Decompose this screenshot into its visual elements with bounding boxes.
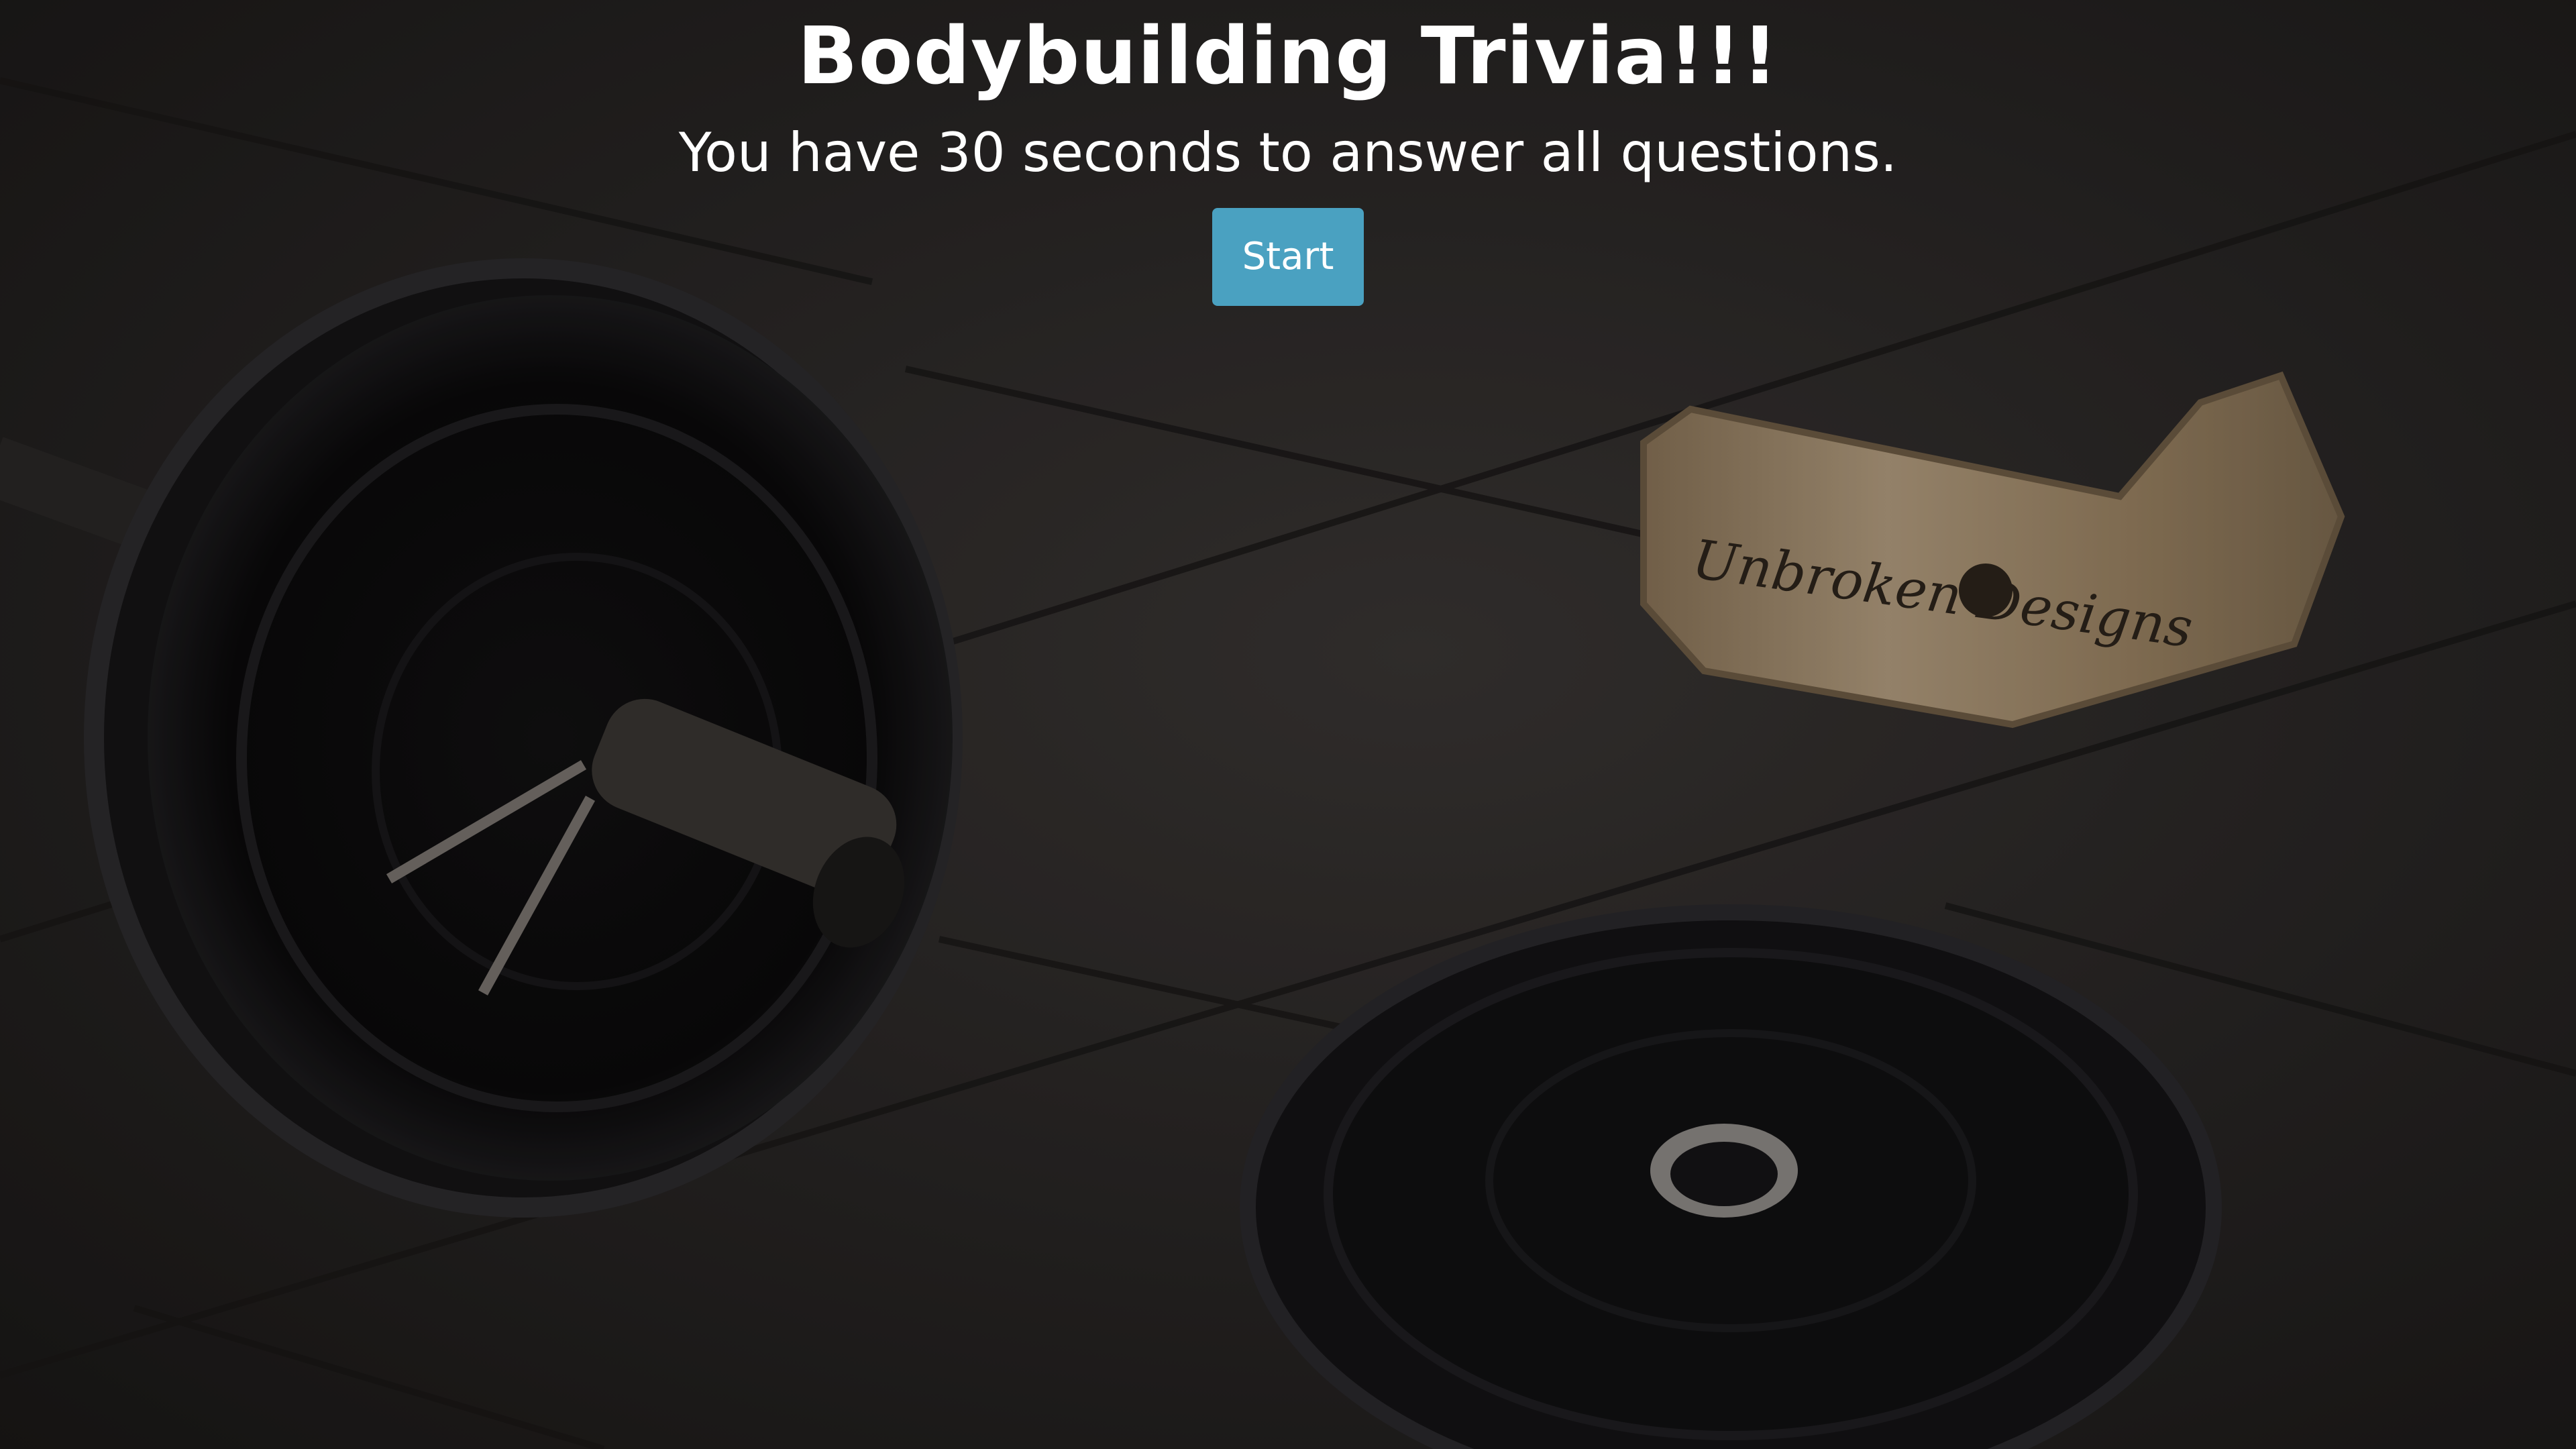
start-button[interactable]: Start xyxy=(1212,208,1364,306)
trivia-page: Unbroken Designs Bodybuilding Trivia!!! … xyxy=(0,0,2576,1449)
intro-panel: Bodybuilding Trivia!!! You have 30 secon… xyxy=(0,0,2576,306)
page-title: Bodybuilding Trivia!!! xyxy=(797,9,1779,102)
instructions-text: You have 30 seconds to answer all questi… xyxy=(678,121,1898,184)
